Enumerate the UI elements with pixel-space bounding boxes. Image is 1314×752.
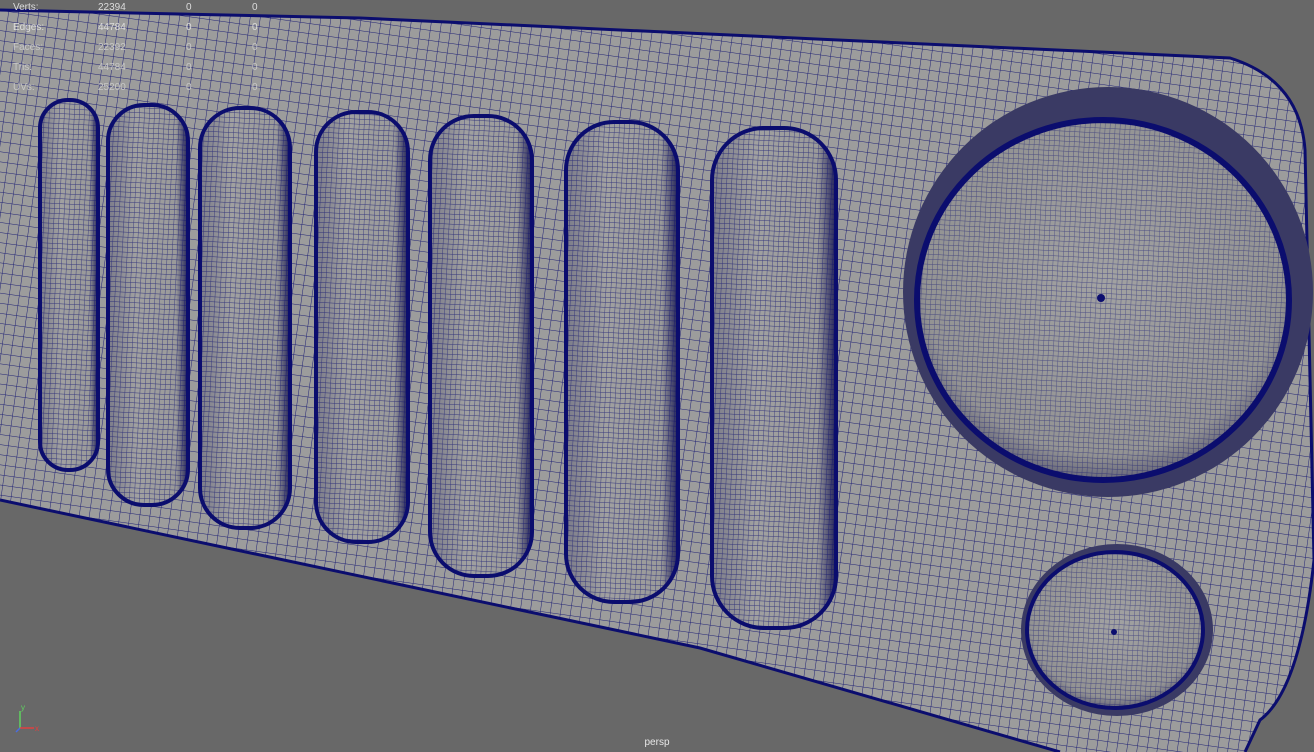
hud-value-component: 0 [252, 22, 258, 33]
slot-1 [38, 98, 100, 472]
hud-value-total: 22392 [98, 42, 126, 53]
slot-4 [314, 110, 410, 544]
slot-5 [428, 114, 534, 578]
headlight-small [1021, 544, 1213, 716]
hud-label: Verts: [13, 2, 39, 13]
hud-value-total: 22394 [98, 2, 126, 13]
hud-row-uvs: UVs: 25200 0 0 [0, 82, 270, 102]
hud-value-selected: 0 [186, 2, 192, 13]
hud-label: Edges: [13, 22, 45, 33]
slot-6 [564, 120, 680, 604]
hud-value-total: 44784 [98, 22, 126, 33]
hud-value-selected: 0 [186, 62, 192, 73]
hud-value-component: 0 [252, 2, 258, 13]
hud-value-selected: 0 [186, 82, 192, 93]
hud-row-tris: Tris: 44784 0 0 [0, 62, 270, 82]
viewport-3d[interactable] [0, 0, 1314, 752]
hud-value-total: 44784 [98, 62, 126, 73]
axis-y-label: y [21, 703, 25, 712]
hud-value-component: 0 [252, 82, 258, 93]
grille-slots [38, 98, 838, 630]
hud-value-selected: 0 [186, 22, 192, 33]
grille-mesh[interactable] [0, 8, 1314, 752]
slot-2 [106, 103, 190, 507]
poly-count-hud: Verts: 22394 0 0 Edges: 44784 0 0 Faces:… [0, 0, 270, 100]
hud-row-edges: Edges: 44784 0 0 [0, 22, 270, 42]
axis-gizmo-icon: y x [15, 703, 39, 733]
hud-label: Faces: [13, 42, 44, 53]
slot-3 [198, 106, 292, 530]
axis-x-label: x [35, 724, 39, 733]
hud-value-component: 0 [252, 62, 258, 73]
hud-label: Tris: [13, 62, 33, 73]
hud-row-verts: Verts: 22394 0 0 [0, 2, 270, 22]
camera-name-label: persp [644, 737, 670, 748]
hud-value-selected: 0 [186, 42, 192, 53]
headlight-large [903, 87, 1313, 497]
slot-7 [710, 126, 838, 630]
hud-value-component: 0 [252, 42, 258, 53]
hud-row-faces: Faces: 22392 0 0 [0, 42, 270, 62]
hud-label: UVs: [13, 82, 35, 93]
hud-value-total: 25200 [98, 82, 126, 93]
